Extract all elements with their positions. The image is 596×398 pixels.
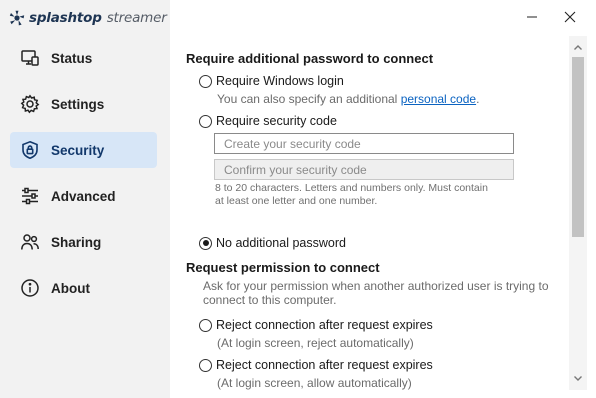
sidebar-item-label: Status — [51, 50, 93, 66]
sidebar-item-label: Advanced — [51, 188, 116, 204]
shield-lock-icon — [22, 140, 38, 160]
description-line-2: connect to this computer. — [203, 293, 337, 307]
security-code-rules: 8 to 20 characters. Letters and numbers … — [215, 182, 525, 208]
radio-button[interactable] — [199, 318, 212, 332]
radio-button[interactable] — [199, 358, 212, 372]
scroll-up-arrow-icon[interactable] — [573, 43, 583, 53]
scroll-down-arrow-icon[interactable] — [573, 373, 583, 383]
app-logo: splashtop streamer — [8, 8, 167, 28]
option1-hint: (At login screen, reject automatically) — [217, 336, 414, 350]
sidebar-item-about[interactable]: About — [10, 270, 157, 306]
sidebar-item-label: Settings — [51, 96, 105, 112]
minimize-button[interactable] — [520, 6, 544, 28]
radio-label: Reject connection after request expires — [216, 358, 433, 372]
rules-line-2: at least one letter and one number. — [215, 195, 378, 207]
confirm-security-code-input[interactable] — [214, 159, 514, 180]
permission-description: Ask for your permission when another aut… — [203, 279, 563, 307]
users-icon — [21, 234, 39, 250]
rules-line-1: 8 to 20 characters. Letters and numbers … — [215, 182, 488, 194]
permission-section-title: Request permission to connect — [186, 260, 380, 275]
info-icon — [21, 279, 39, 297]
sidebar-item-status[interactable]: Status — [10, 40, 157, 76]
radio-reject-login-allow[interactable]: Reject connection after request expires — [199, 357, 433, 373]
radio-label: Require security code — [216, 114, 337, 128]
product-name: streamer — [106, 10, 167, 26]
radio-button[interactable] — [199, 74, 212, 88]
sidebar: splashtop streamer Status Settings Secur… — [0, 0, 170, 398]
radio-require-security-code[interactable]: Require security code — [199, 113, 337, 129]
windows-login-hint: You can also specify an additional perso… — [217, 92, 479, 106]
scroll-thumb[interactable] — [572, 57, 584, 237]
gear-icon — [20, 94, 40, 114]
close-button[interactable] — [558, 6, 582, 28]
radio-label: Require Windows login — [216, 74, 344, 88]
sidebar-item-sharing[interactable]: Sharing — [10, 224, 157, 260]
option2-hint: (At login screen, allow automatically) — [217, 376, 412, 390]
splashtop-logo-icon — [9, 10, 25, 26]
security-settings-panel: Require additional password to connect R… — [170, 36, 569, 398]
radio-label: Reject connection after request expires — [216, 318, 433, 332]
sidebar-item-label: Sharing — [51, 234, 102, 250]
sidebar-item-settings[interactable]: Settings — [10, 86, 157, 122]
sidebar-item-label: About — [51, 280, 90, 296]
radio-button[interactable] — [199, 114, 212, 128]
password-section-title: Require additional password to connect — [186, 51, 434, 66]
sidebar-item-label: Security — [51, 142, 105, 158]
radio-label: No additional password — [216, 236, 346, 250]
vertical-scrollbar[interactable] — [569, 36, 587, 390]
radio-no-additional-password[interactable]: No additional password — [199, 235, 346, 251]
hint-text: You can also specify an additional — [217, 92, 401, 106]
radio-reject-login-reject[interactable]: Reject connection after request expires — [199, 317, 433, 333]
brand-name: splashtop — [29, 10, 102, 26]
radio-button[interactable] — [199, 236, 212, 250]
description-line-1: Ask for your permission when another aut… — [203, 279, 549, 293]
create-security-code-input[interactable] — [214, 133, 514, 154]
sidebar-item-security[interactable]: Security — [10, 132, 157, 168]
hint-suffix: . — [476, 92, 480, 106]
personal-code-link[interactable]: personal code — [401, 92, 476, 106]
radio-require-windows-login[interactable]: Require Windows login — [199, 73, 344, 89]
sidebar-item-advanced[interactable]: Advanced — [10, 178, 157, 214]
monitor-icon — [21, 50, 39, 66]
minimize-icon — [527, 16, 537, 18]
sliders-icon — [22, 187, 38, 205]
close-icon — [564, 11, 576, 23]
